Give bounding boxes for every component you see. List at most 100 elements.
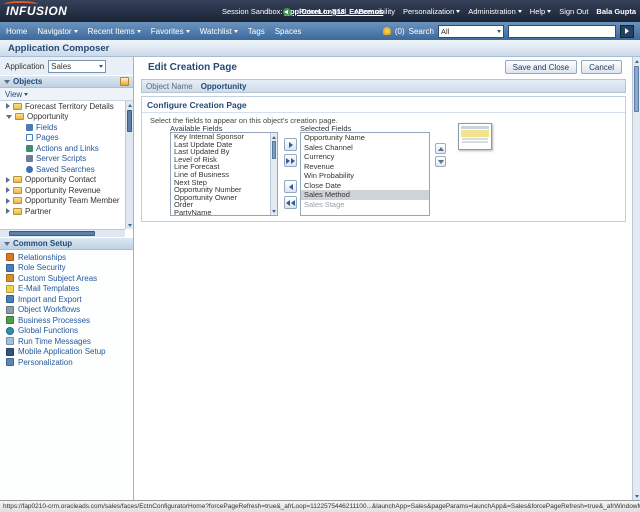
scroll-down-icon[interactable] bbox=[633, 492, 640, 500]
scrollbar-thumb[interactable] bbox=[634, 66, 639, 112]
selected-field-option[interactable]: Sales Channel bbox=[301, 143, 429, 153]
move-all-right-icon bbox=[286, 158, 290, 164]
scroll-up-icon[interactable] bbox=[126, 101, 133, 109]
window-vertical-scrollbar[interactable] bbox=[632, 57, 640, 500]
pages-icon bbox=[26, 134, 33, 141]
notifications-bell-icon[interactable] bbox=[383, 27, 391, 35]
move-down-button[interactable] bbox=[435, 156, 446, 167]
sidebar-item-import-and-export[interactable]: Import and Export bbox=[0, 294, 133, 305]
sidebar-item-relationships[interactable]: Relationships bbox=[0, 252, 133, 263]
tree-item-saved-searches[interactable]: Saved Searches bbox=[0, 164, 133, 175]
collapse-icon bbox=[4, 80, 10, 84]
selected-fields-list[interactable]: Opportunity Name Sales Channel Currency … bbox=[300, 132, 430, 216]
expand-icon[interactable] bbox=[6, 198, 10, 204]
accessibility-link[interactable]: Accessibility bbox=[354, 7, 395, 16]
sign-out-link[interactable]: Sign Out bbox=[559, 7, 588, 16]
search-scope-select[interactable]: All bbox=[438, 25, 504, 38]
collapse-icon[interactable] bbox=[6, 115, 12, 119]
administration-menu[interactable]: Administration bbox=[468, 7, 522, 16]
expand-icon[interactable] bbox=[6, 177, 10, 183]
remove-selected-button[interactable] bbox=[284, 180, 297, 193]
selected-field-option[interactable]: Currency bbox=[301, 152, 429, 162]
scroll-down-icon[interactable] bbox=[126, 221, 133, 229]
application-row: Application Sales bbox=[0, 57, 133, 75]
tree-item-opportunity[interactable]: Opportunity bbox=[0, 112, 133, 123]
browser-status-bar: https://fap0210-crm.oracleads.com/sales/… bbox=[0, 500, 640, 512]
arrow-up-icon bbox=[438, 147, 444, 151]
scrollbar-thumb[interactable] bbox=[127, 110, 132, 132]
sidebar-item-personalization[interactable]: Personalization bbox=[0, 357, 133, 368]
move-selected-button[interactable] bbox=[284, 138, 297, 151]
chevron-down-icon bbox=[456, 10, 460, 13]
tree-item-server-scripts[interactable]: Server Scripts bbox=[0, 154, 133, 165]
expand-icon[interactable] bbox=[6, 187, 10, 193]
nav-watchlist-menu[interactable]: Watchlist bbox=[200, 27, 238, 36]
return-to-trial-link[interactable]: Return to Trial bbox=[299, 7, 346, 16]
move-all-button[interactable] bbox=[284, 154, 297, 167]
nav-spaces[interactable]: Spaces bbox=[275, 27, 302, 36]
move-up-button[interactable] bbox=[435, 143, 446, 154]
cancel-button[interactable]: Cancel bbox=[581, 60, 622, 74]
top-links: Return to Trial Accessibility Personaliz… bbox=[283, 7, 636, 16]
global-search-input[interactable] bbox=[508, 25, 616, 38]
scroll-down-icon[interactable] bbox=[271, 207, 277, 215]
search-go-button[interactable] bbox=[620, 25, 634, 38]
tree-item-pages[interactable]: Pages bbox=[0, 133, 133, 144]
tree-item-partner[interactable]: Partner bbox=[0, 206, 133, 217]
folder-icon bbox=[13, 187, 22, 194]
script-icon bbox=[26, 155, 33, 162]
run-time-messages-icon bbox=[6, 337, 14, 345]
custom-subject-areas-icon bbox=[6, 274, 14, 282]
sidebar-item-role-security[interactable]: Role Security bbox=[0, 263, 133, 274]
relationships-icon bbox=[6, 253, 14, 261]
help-menu[interactable]: Help bbox=[530, 7, 551, 16]
selected-field-option[interactable]: Win Probability bbox=[301, 171, 429, 181]
selected-field-option[interactable]: Close Date bbox=[301, 181, 429, 191]
selected-field-option-disabled[interactable]: Sales Stage bbox=[301, 200, 429, 210]
sidebar-item-email-templates[interactable]: E-Mail Templates bbox=[0, 284, 133, 295]
edit-page-icon[interactable] bbox=[120, 77, 129, 86]
available-fields-list[interactable]: Key Internal Sponsor Last Update Date La… bbox=[170, 132, 278, 216]
nav-home[interactable]: Home bbox=[6, 27, 27, 36]
nav-favorites-menu[interactable]: Favorites bbox=[151, 27, 190, 36]
selected-field-option-highlighted[interactable]: Sales Method bbox=[301, 190, 429, 200]
remove-all-button[interactable] bbox=[284, 196, 297, 209]
tree-item-opportunity-revenue[interactable]: Opportunity Revenue bbox=[0, 185, 133, 196]
tree-item-fields[interactable]: Fields bbox=[0, 122, 133, 133]
collapse-icon bbox=[4, 242, 10, 246]
nav-tags[interactable]: Tags bbox=[248, 27, 265, 36]
available-list-scrollbar[interactable] bbox=[270, 133, 277, 215]
sidebar-item-business-processes[interactable]: Business Processes bbox=[0, 315, 133, 326]
tree-item-opportunity-contact[interactable]: Opportunity Contact bbox=[0, 175, 133, 186]
available-field-option[interactable]: PartyName bbox=[171, 209, 277, 216]
tree-item-opportunity-team-member[interactable]: Opportunity Team Member bbox=[0, 196, 133, 207]
view-menu[interactable]: View bbox=[5, 90, 22, 99]
fields-icon bbox=[26, 124, 33, 131]
scrollbar-thumb[interactable] bbox=[272, 141, 276, 159]
sidebar-item-custom-subject-areas[interactable]: Custom Subject Areas bbox=[0, 273, 133, 284]
scroll-up-icon[interactable] bbox=[633, 57, 640, 65]
tree-item-actions-and-links[interactable]: Actions and Links bbox=[0, 143, 133, 154]
sidebar-item-run-time-messages[interactable]: Run Time Messages bbox=[0, 336, 133, 347]
nav-navigator-menu[interactable]: Navigator bbox=[37, 27, 77, 36]
application-select[interactable]: Sales bbox=[48, 60, 106, 73]
nav-recent-items-menu[interactable]: Recent Items bbox=[88, 27, 141, 36]
scroll-up-icon[interactable] bbox=[271, 133, 277, 141]
selected-field-option[interactable]: Opportunity Name bbox=[301, 133, 429, 143]
sidebar-item-mobile-application-setup[interactable]: Mobile Application Setup bbox=[0, 347, 133, 358]
save-and-close-button[interactable]: Save and Close bbox=[505, 60, 577, 74]
tree-horizontal-scrollbar[interactable] bbox=[0, 229, 125, 237]
objects-panel-header[interactable]: Objects bbox=[0, 75, 133, 88]
objects-tree: Forecast Territory Details Opportunity F… bbox=[0, 101, 133, 237]
personalization-menu[interactable]: Personalization bbox=[403, 7, 460, 16]
folder-icon bbox=[13, 197, 22, 204]
selected-field-option[interactable]: Revenue bbox=[301, 162, 429, 172]
expand-icon[interactable] bbox=[6, 208, 10, 214]
sidebar-item-global-functions[interactable]: Global Functions bbox=[0, 326, 133, 337]
common-setup-panel-header[interactable]: Common Setup bbox=[0, 237, 133, 250]
tree-item-forecast-territory-details[interactable]: Forecast Territory Details bbox=[0, 101, 133, 112]
scrollbar-thumb[interactable] bbox=[9, 231, 95, 236]
sidebar-item-object-workflows[interactable]: Object Workflows bbox=[0, 305, 133, 316]
expand-icon[interactable] bbox=[6, 103, 10, 109]
tree-vertical-scrollbar[interactable] bbox=[125, 101, 133, 229]
